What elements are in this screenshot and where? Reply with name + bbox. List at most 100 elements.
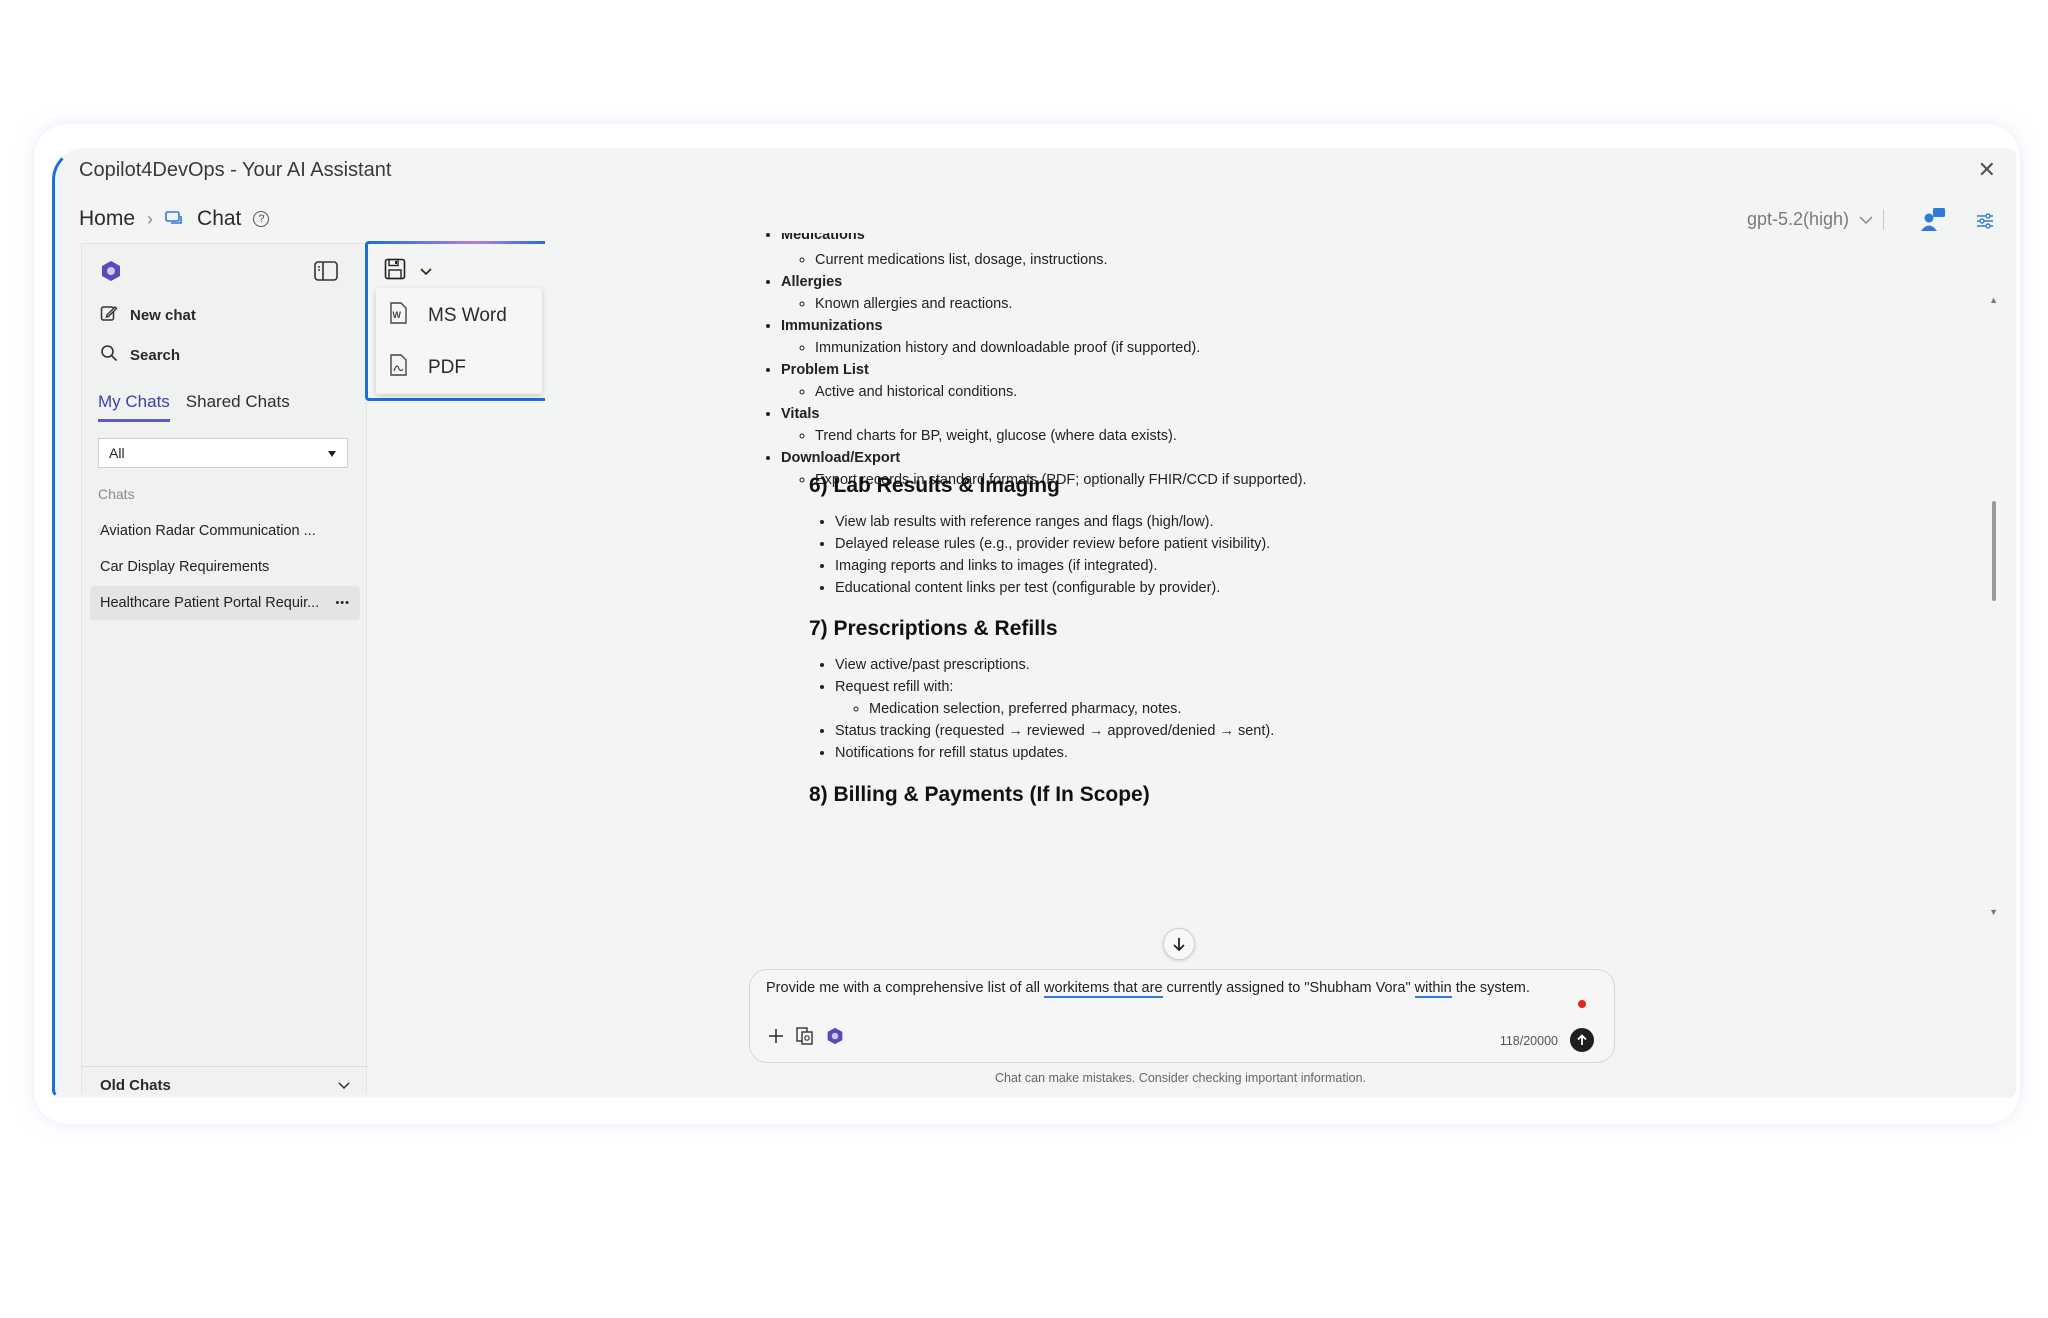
- chat-composer[interactable]: Provide me with a comprehensive list of …: [749, 969, 1615, 1063]
- model-label: gpt-5.2(high): [1746, 209, 1849, 229]
- prompt-text-spellcheck: within: [1414, 980, 1452, 998]
- sidebar: New chat Search My Chats Shared Chats Al…: [81, 243, 368, 1095]
- prompt-library-icon[interactable]: [796, 1027, 814, 1050]
- close-icon[interactable]: ✕: [1978, 157, 1996, 183]
- help-icon[interactable]: ?: [253, 211, 270, 227]
- prompt-text: Provide me with a comprehensive list of …: [766, 980, 1045, 996]
- new-chat-button[interactable]: New chat: [100, 304, 196, 326]
- chat-bubble-icon: [165, 207, 185, 231]
- list-heading: Medications: [781, 233, 865, 246]
- chevron-down-icon: [420, 263, 432, 281]
- app-window: Copilot4DevOps - Your AI Assistant ✕ Hom…: [52, 148, 2016, 1098]
- search-button[interactable]: Search: [100, 344, 180, 366]
- app-logo-icon: [100, 260, 122, 287]
- old-chats-toggle[interactable]: Old Chats: [82, 1066, 368, 1095]
- export-menu: W MS Word PDF: [376, 288, 542, 394]
- save-icon: [384, 258, 406, 285]
- chat-item-active[interactable]: Healthcare Patient Portal Requir... •••: [90, 586, 360, 620]
- tab-shared-chats[interactable]: Shared Chats: [186, 392, 290, 422]
- add-icon[interactable]: [768, 1028, 784, 1049]
- list-item: Active and historical conditions.: [815, 381, 1755, 403]
- list-item-text: Request refill with:: [835, 679, 954, 695]
- menu-item-pdf[interactable]: PDF: [388, 354, 466, 382]
- chat-response: Medications Current medications list, do…: [711, 233, 2011, 881]
- list-item: Current medications list, dosage, instru…: [815, 249, 1755, 271]
- recording-indicator: [1578, 1000, 1586, 1008]
- character-counter: 118/20000: [1499, 1034, 1558, 1048]
- chat-item-title: Healthcare Patient Portal Requir...: [100, 595, 320, 611]
- chat-tabs: My Chats Shared Chats: [98, 392, 290, 422]
- breadcrumb-home[interactable]: Home: [79, 207, 135, 231]
- filter-value: All: [109, 445, 125, 461]
- menu-item-ms-word[interactable]: W MS Word: [388, 302, 507, 330]
- model-select[interactable]: gpt-5.2(high): [1747, 209, 1884, 230]
- copilot-logo-icon[interactable]: [826, 1027, 844, 1050]
- scroll-to-bottom-button[interactable]: [1163, 928, 1195, 960]
- list-heading: Allergies: [781, 274, 843, 290]
- scrollbar-thumb[interactable]: [1992, 501, 1996, 601]
- pdf-file-icon: [388, 354, 408, 382]
- list-item: Educational content links per test (conf…: [835, 577, 1809, 599]
- prompt-input[interactable]: Provide me with a comprehensive list of …: [766, 980, 1530, 998]
- chat-item-title: Car Display Requirements: [100, 559, 270, 575]
- chat-item[interactable]: Aviation Radar Communication ...: [90, 514, 360, 548]
- svg-text:W: W: [393, 310, 402, 320]
- menu-item-label: MS Word: [428, 305, 507, 326]
- cut-off-heading: Medications: [755, 233, 865, 247]
- section-list: View active/past prescriptions. Request …: [809, 654, 1809, 764]
- prompt-text: currently assigned to "Shubham Vora": [1162, 980, 1415, 996]
- search-icon: [100, 344, 118, 366]
- disclaimer-text: Chat can make mistakes. Consider checkin…: [995, 1071, 1366, 1085]
- send-button[interactable]: [1570, 1028, 1594, 1052]
- tab-my-chats[interactable]: My Chats: [98, 392, 170, 422]
- prompt-text: the system.: [1451, 980, 1530, 996]
- arrow-down-icon: [1173, 938, 1185, 952]
- caret-down-icon: [327, 445, 337, 461]
- search-label: Search: [130, 346, 181, 364]
- prompt-text-spellcheck: workitems that are: [1044, 980, 1163, 998]
- composer-tools: [768, 1027, 844, 1050]
- more-options-icon[interactable]: •••: [335, 597, 350, 609]
- list-item: Immunization history and downloadable pr…: [815, 337, 1755, 359]
- app-title: Copilot4DevOps - Your AI Assistant: [79, 159, 392, 181]
- chat-filter-select[interactable]: All: [98, 438, 348, 468]
- word-file-icon: W: [388, 302, 408, 330]
- export-dropdown: W MS Word PDF: [365, 241, 548, 401]
- section-heading: 6) Lab Results & Imaging: [809, 474, 1060, 497]
- chat-item[interactable]: Car Display Requirements: [90, 550, 360, 584]
- chat-item-title: Aviation Radar Communication ...: [100, 523, 316, 539]
- scroll-down-arrow[interactable]: ▼: [1989, 907, 1998, 917]
- records-list: Current medications list, dosage, instru…: [755, 249, 1755, 491]
- list-heading: Problem List: [781, 362, 869, 378]
- list-item: View lab results with reference ranges a…: [835, 511, 1809, 533]
- settings-sliders-icon[interactable]: [1976, 213, 1994, 234]
- section-heading: 8) Billing & Payments (If In Scope): [809, 783, 1150, 806]
- list-item: Known allergies and reactions.: [815, 293, 1755, 315]
- list-heading: Immunizations: [781, 318, 883, 334]
- sidebar-toggle-icon[interactable]: [314, 260, 338, 287]
- section-heading: 7) Prescriptions & Refills: [809, 617, 1058, 640]
- list-item: Trend charts for BP, weight, glucose (wh…: [815, 425, 1755, 447]
- scroll-up-arrow[interactable]: ▲: [1989, 295, 1998, 305]
- breadcrumb: Home › Chat ?: [79, 207, 270, 231]
- export-button[interactable]: [384, 258, 432, 285]
- user-feedback-icon[interactable]: [1920, 207, 1946, 238]
- chevron-down-icon: [338, 1077, 350, 1094]
- list-item: Status tracking (requested → reviewed → …: [835, 720, 1809, 742]
- chevron-right-icon: ›: [147, 208, 154, 229]
- list-item: Delayed release rules (e.g., provider re…: [835, 533, 1809, 555]
- section-list: View lab results with reference ranges a…: [809, 511, 1809, 599]
- breadcrumb-current: Chat: [197, 207, 242, 230]
- old-chats-label: Old Chats: [100, 1077, 171, 1094]
- arrow-up-icon: [1577, 1034, 1587, 1045]
- list-item: Notifications for refill status updates.: [835, 742, 1809, 764]
- menu-item-label: PDF: [428, 357, 466, 378]
- list-heading: Download/Export: [781, 450, 901, 466]
- chats-section-label: Chats: [98, 486, 135, 502]
- list-item: Medication selection, preferred pharmacy…: [869, 698, 1809, 720]
- list-item: View active/past prescriptions.: [835, 654, 1809, 676]
- chevron-down-icon: [1859, 209, 1873, 230]
- edit-icon: [100, 304, 118, 326]
- list-heading: Vitals: [781, 406, 820, 422]
- list-item: Imaging reports and links to images (if …: [835, 555, 1809, 577]
